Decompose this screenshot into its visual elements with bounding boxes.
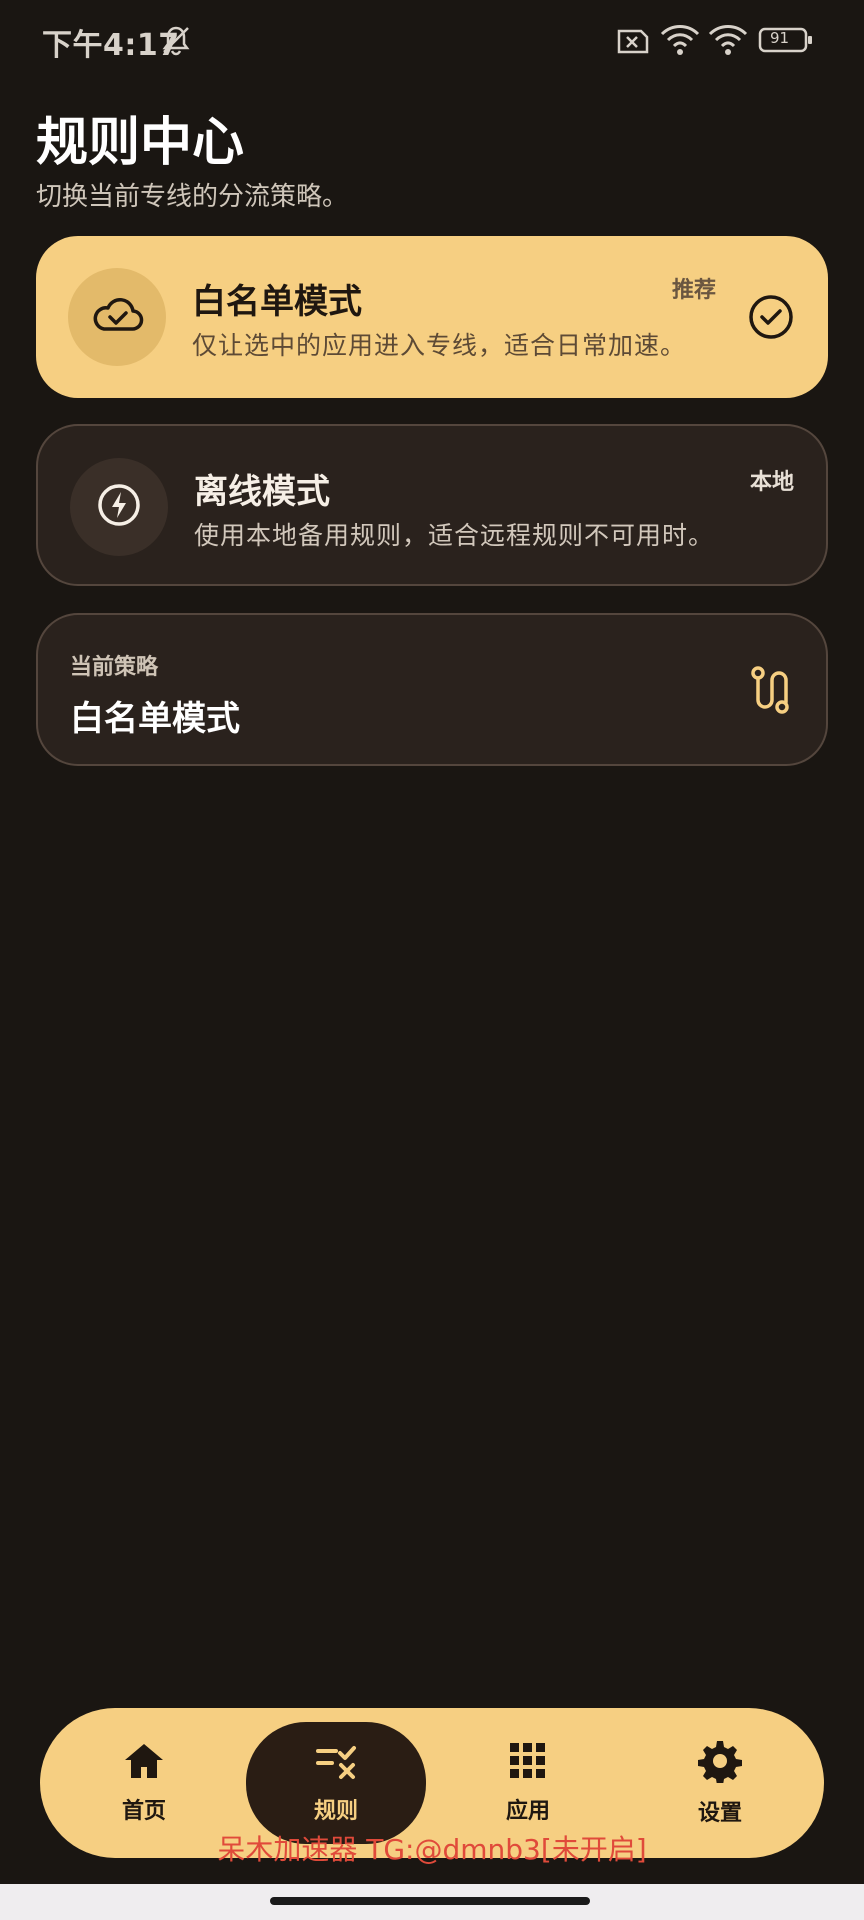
lightning-icon	[96, 482, 142, 532]
offline-mode-card[interactable]: 离线模式 使用本地备用规则，适合远程规则不可用时。 本地	[36, 424, 828, 586]
mute-bell-icon	[160, 24, 192, 60]
nav-label-rules: 规则	[313, 1799, 358, 1824]
rules-screen: 下午4:17 91 规则中心 切换当前专线的分流策略。 白名单模式 仅让选中的应…	[0, 0, 864, 1920]
cloud-check-icon	[90, 295, 144, 339]
route-icon	[748, 665, 792, 719]
nav-item-rules[interactable]: 规则	[246, 1722, 426, 1844]
home-gesture-bar[interactable]	[270, 1897, 590, 1905]
nav-item-settings[interactable]: 设置	[630, 1722, 810, 1844]
no-sim-icon	[616, 26, 650, 60]
page-title: 规则中心	[36, 113, 245, 173]
wifi-icon	[660, 22, 700, 60]
selected-check-icon	[748, 294, 794, 344]
gear-icon	[698, 1739, 742, 1787]
apps-grid-icon	[508, 1741, 548, 1785]
whitelist-mode-description: 仅让选中的应用进入专线，适合日常加速。	[192, 331, 687, 360]
home-icon	[122, 1741, 166, 1785]
whitelist-icon-container	[68, 268, 166, 366]
page-subtitle: 切换当前专线的分流策略。	[36, 182, 349, 212]
nav-item-home[interactable]: 首页	[54, 1722, 234, 1844]
whitelist-mode-card[interactable]: 白名单模式 仅让选中的应用进入专线，适合日常加速。 推荐	[36, 236, 828, 398]
nav-label-apps: 应用	[505, 1799, 550, 1824]
offline-icon-container	[70, 458, 168, 556]
offline-mode-title: 离线模式	[194, 472, 330, 512]
whitelist-mode-title: 白名单模式	[192, 282, 362, 322]
nav-label-settings: 设置	[697, 1801, 742, 1826]
watermark-text: 呆木加速器 TG:@dmnb3[未开启]	[217, 1833, 647, 1866]
nav-label-home: 首页	[121, 1799, 166, 1824]
battery-level: 91	[770, 29, 790, 47]
local-badge: 本地	[749, 470, 794, 495]
recommended-badge: 推荐	[671, 278, 716, 303]
nav-item-apps[interactable]: 应用	[438, 1722, 618, 1844]
status-bar: 下午4:17 91	[0, 0, 864, 80]
gesture-area	[0, 1884, 864, 1920]
current-strategy-label: 当前策略	[70, 655, 159, 680]
current-strategy-card: 当前策略 白名单模式	[36, 613, 828, 766]
rules-icon	[314, 1741, 358, 1785]
status-time: 下午4:17	[42, 28, 180, 63]
current-strategy-value: 白名单模式	[70, 699, 240, 739]
offline-mode-description: 使用本地备用规则，适合远程规则不可用时。	[194, 521, 715, 550]
wifi-icon-secondary	[708, 22, 748, 60]
